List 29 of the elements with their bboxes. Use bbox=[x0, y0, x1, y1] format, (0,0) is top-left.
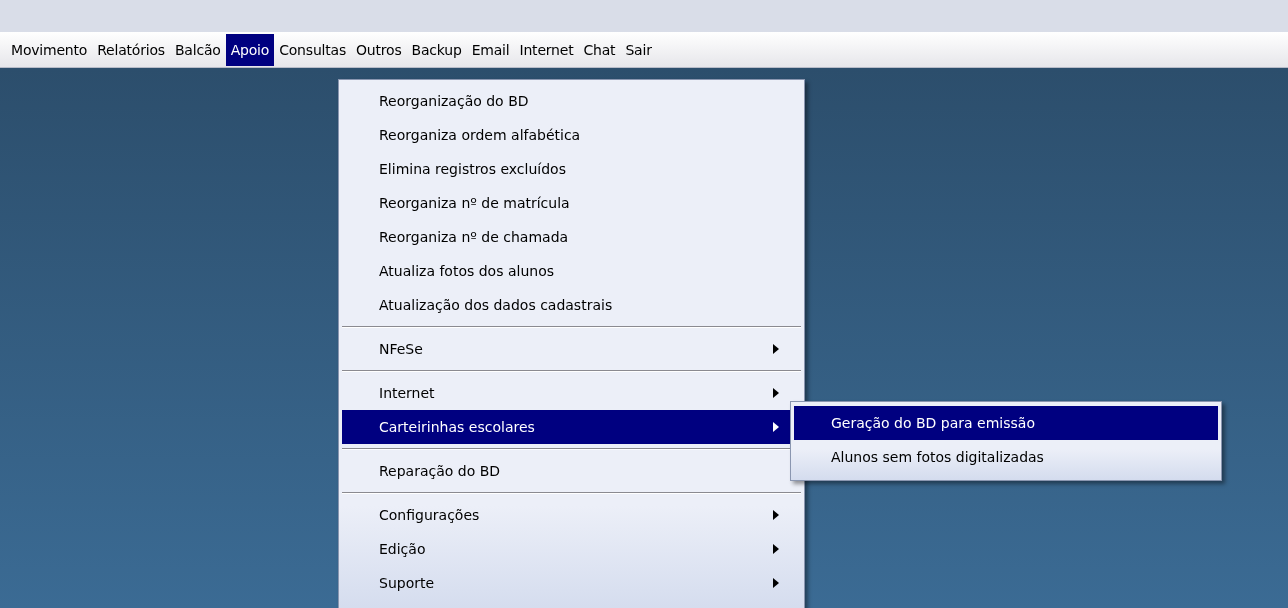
menu-item[interactable]: Elimina registros excluídos bbox=[342, 152, 801, 186]
menu-bar-item[interactable]: Consultas bbox=[274, 33, 351, 66]
menu-item[interactable]: NFeSe bbox=[342, 332, 801, 366]
menu-item[interactable]: Geração do BD para emissão bbox=[794, 406, 1218, 440]
menu-bar-item[interactable]: Outros bbox=[351, 33, 407, 66]
menu-bar-item[interactable]: Email bbox=[466, 33, 515, 66]
menu-bar-item[interactable]: Balcão bbox=[169, 33, 226, 66]
menu-bar-item[interactable]: Movimento bbox=[6, 33, 93, 66]
menu-bar-item[interactable]: Internet bbox=[514, 33, 579, 66]
menu-bar-item[interactable]: Relatórios bbox=[92, 33, 170, 66]
menu-bar-item[interactable]: Sair bbox=[620, 33, 657, 66]
menu-item[interactable]: Edição bbox=[342, 532, 801, 566]
menu-bar-item[interactable]: Apoio bbox=[225, 33, 275, 66]
submenu-arrow-icon bbox=[773, 388, 779, 398]
menu-item[interactable]: Reorganiza ordem alfabética bbox=[342, 118, 801, 152]
menu-item[interactable]: Atualização dos dados cadastrais bbox=[342, 288, 801, 322]
menu-item[interactable]: Reorganiza nº de chamada bbox=[342, 220, 801, 254]
menu-item[interactable]: Suporte bbox=[342, 566, 801, 600]
menu-item[interactable]: Configurações bbox=[342, 498, 801, 532]
submenu-arrow-icon bbox=[773, 510, 779, 520]
submenu-arrow-icon bbox=[773, 578, 779, 588]
submenu-arrow-icon bbox=[773, 422, 779, 432]
menu-item[interactable]: Reorganiza nº de matrícula bbox=[342, 186, 801, 220]
menu-item[interactable]: Atualiza fotos dos alunos bbox=[342, 254, 801, 288]
menu-item[interactable]: Reorganização do BD bbox=[342, 84, 801, 118]
submenu-arrow-icon bbox=[773, 544, 779, 554]
submenu-arrow-icon bbox=[773, 344, 779, 354]
menu-bar-item[interactable]: Backup bbox=[406, 33, 467, 66]
menu-bar-item[interactable]: Chat bbox=[578, 33, 621, 66]
